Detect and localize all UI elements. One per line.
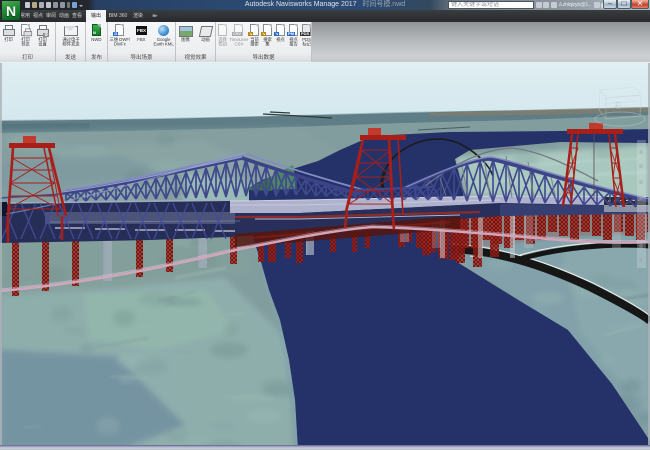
- svg-text:右: 右: [614, 100, 622, 110]
